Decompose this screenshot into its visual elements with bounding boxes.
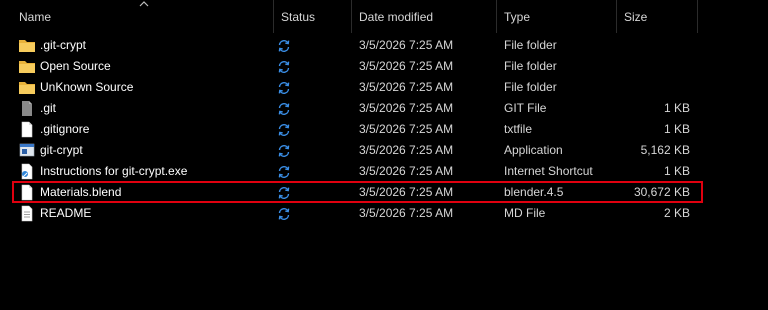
file-row[interactable]: git-crypt 3/5/2026 7:25 AM Application 5,16… [0, 140, 700, 161]
file-size: 1 KB [663, 122, 690, 136]
file-row[interactable]: Materials.blend 3/5/2026 7:25 AM blender.4… [0, 182, 700, 203]
file-type: File folder [504, 59, 557, 73]
shortcut-icon [18, 163, 36, 180]
folder-icon [18, 79, 36, 96]
gray-file-icon [18, 100, 36, 117]
sync-icon [277, 186, 293, 200]
file-type: txtfile [504, 122, 533, 136]
file-row[interactable]: .git 3/5/2026 7:25 AM GIT File 1 KB [0, 98, 700, 119]
file-name: Materials.blend [40, 185, 122, 199]
file-type: File folder [504, 38, 557, 52]
file-name: Open Source [40, 59, 111, 73]
file-name: README [40, 206, 92, 220]
sync-icon [277, 123, 293, 137]
date-modified: 3/5/2026 7:25 AM [359, 38, 454, 52]
file-size: 5,162 KB [640, 143, 690, 157]
file-type: blender.4.5 [504, 185, 564, 199]
text-file-icon [18, 205, 36, 222]
sync-icon [277, 102, 293, 116]
file-size: 1 KB [663, 101, 690, 115]
white-file-icon [18, 121, 36, 138]
file-row[interactable]: Instructions for git-crypt.exe 3/5/2026 7… [0, 161, 700, 182]
file-type: GIT File [504, 101, 547, 115]
folder-icon [18, 58, 36, 75]
file-explorer-list: Name Status Date modified Type Size .git… [0, 0, 768, 310]
date-modified: 3/5/2026 7:25 AM [359, 185, 454, 199]
white-file-icon [18, 184, 36, 201]
file-row[interactable]: UnKnown Source 3/5/2026 7:25 AM File folde… [0, 77, 700, 98]
file-row[interactable]: Open Source 3/5/2026 7:25 AM File folder [0, 56, 700, 77]
column-header-status[interactable]: Status [274, 0, 352, 33]
date-modified: 3/5/2026 7:25 AM [359, 143, 454, 157]
sync-icon [277, 165, 293, 179]
column-header-date-modified[interactable]: Date modified [352, 0, 497, 33]
file-row[interactable]: .gitignore 3/5/2026 7:25 AM txtfile 1 KB [0, 119, 700, 140]
sync-icon [277, 81, 293, 95]
file-size: 2 KB [663, 206, 690, 220]
file-name: UnKnown Source [40, 80, 134, 94]
folder-icon [18, 37, 36, 54]
file-name: .git-crypt [40, 38, 87, 52]
file-name: Instructions for git-crypt.exe [40, 164, 188, 178]
file-size: 1 KB [663, 164, 690, 178]
sync-icon [277, 144, 293, 158]
application-icon [18, 142, 36, 159]
file-row[interactable]: README 3/5/2026 7:25 AM MD File 2 KB [0, 203, 700, 224]
file-name: git-crypt [40, 143, 83, 157]
file-row[interactable]: .git-crypt 3/5/2026 7:25 AM File folder [0, 35, 700, 56]
date-modified: 3/5/2026 7:25 AM [359, 101, 454, 115]
file-type: MD File [504, 206, 546, 220]
date-modified: 3/5/2026 7:25 AM [359, 164, 454, 178]
column-header-name[interactable]: Name [12, 0, 274, 33]
column-header-size[interactable]: Size [617, 0, 698, 33]
sync-icon [277, 60, 293, 74]
column-header-type[interactable]: Type [497, 0, 617, 33]
column-header-bar: Name Status Date modified Type Size [0, 0, 768, 33]
file-type: Internet Shortcut [504, 164, 593, 178]
file-name: .gitignore [40, 122, 90, 136]
sync-icon [277, 207, 293, 221]
sync-icon [277, 39, 293, 53]
date-modified: 3/5/2026 7:25 AM [359, 206, 454, 220]
file-type: Application [504, 143, 563, 157]
file-name: .git [40, 101, 57, 115]
date-modified: 3/5/2026 7:25 AM [359, 80, 454, 94]
date-modified: 3/5/2026 7:25 AM [359, 122, 454, 136]
date-modified: 3/5/2026 7:25 AM [359, 59, 454, 73]
file-size: 30,672 KB [633, 185, 690, 199]
file-type: File folder [504, 80, 557, 94]
